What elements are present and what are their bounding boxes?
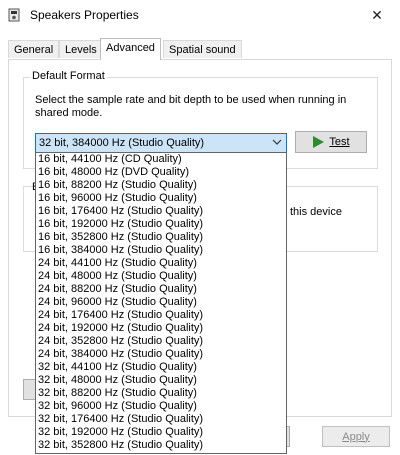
sample-rate-dropdown-list[interactable]: 16 bit, 44100 Hz (CD Quality) 16 bit, 480… <box>35 152 287 454</box>
format-option[interactable]: 24 bit, 352800 Hz (Studio Quality) <box>36 335 286 348</box>
close-button[interactable]: ✕ <box>354 0 400 31</box>
tab-advanced[interactable]: Advanced <box>100 38 161 60</box>
format-option[interactable]: 32 bit, 96000 Hz (Studio Quality) <box>36 400 286 413</box>
default-format-legend: Default Format <box>30 70 107 82</box>
format-option[interactable]: 16 bit, 384000 Hz (Studio Quality) <box>36 244 286 257</box>
format-option[interactable]: 32 bit, 88200 Hz (Studio Quality) <box>36 387 286 400</box>
title-bar: Speakers Properties ✕ <box>0 0 400 31</box>
window-title: Speakers Properties <box>30 8 139 22</box>
format-option[interactable]: 24 bit, 44100 Hz (Studio Quality) <box>36 257 286 270</box>
format-option[interactable]: 32 bit, 192000 Hz (Studio Quality) <box>36 426 286 439</box>
format-option[interactable]: 16 bit, 88200 Hz (Studio Quality) <box>36 179 286 192</box>
format-option[interactable]: 32 bit, 48000 Hz (Studio Quality) <box>36 374 286 387</box>
exclusive-mode-option-fragment: this device <box>290 206 342 218</box>
tab-label: Levels <box>65 44 97 56</box>
tab-spatial-sound[interactable]: Spatial sound <box>163 40 242 58</box>
format-option[interactable]: 24 bit, 384000 Hz (Studio Quality) <box>36 348 286 361</box>
format-option[interactable]: 32 bit, 44100 Hz (Studio Quality) <box>36 361 286 374</box>
format-option[interactable]: 16 bit, 44100 Hz (CD Quality) <box>36 153 286 166</box>
test-button-label: Test <box>329 136 350 148</box>
tab-label: Advanced <box>106 42 155 54</box>
format-option[interactable]: 32 bit, 176400 Hz (Studio Quality) <box>36 413 286 426</box>
tab-levels[interactable]: Levels <box>59 40 103 58</box>
play-icon <box>313 136 325 148</box>
chevron-down-icon <box>272 139 282 145</box>
tab-general[interactable]: General <box>8 40 60 58</box>
tab-strip: General Levels Advanced Spatial sound <box>8 38 394 60</box>
format-option[interactable]: 24 bit, 192000 Hz (Studio Quality) <box>36 322 286 335</box>
format-option[interactable]: 32 bit, 352800 Hz (Studio Quality) <box>36 439 286 452</box>
format-option[interactable]: 16 bit, 176400 Hz (Studio Quality) <box>36 205 286 218</box>
sample-rate-select[interactable]: 32 bit, 384000 Hz (Studio Quality) <box>35 133 287 153</box>
selected-format-value: 32 bit, 384000 Hz (Studio Quality) <box>39 137 205 149</box>
format-option[interactable]: 16 bit, 352800 Hz (Studio Quality) <box>36 231 286 244</box>
close-icon: ✕ <box>371 7 383 23</box>
format-option[interactable]: 24 bit, 88200 Hz (Studio Quality) <box>36 283 286 296</box>
speaker-properties-icon <box>8 8 20 22</box>
tab-label: Spatial sound <box>169 44 236 56</box>
test-button[interactable]: Test <box>295 131 367 153</box>
format-option[interactable]: 24 bit, 176400 Hz (Studio Quality) <box>36 309 286 322</box>
format-option[interactable]: 16 bit, 96000 Hz (Studio Quality) <box>36 192 286 205</box>
format-option[interactable]: 16 bit, 192000 Hz (Studio Quality) <box>36 218 286 231</box>
tab-label: General <box>14 44 54 56</box>
format-option[interactable]: 24 bit, 96000 Hz (Studio Quality) <box>36 296 286 309</box>
apply-button[interactable]: Apply <box>322 426 390 447</box>
default-format-description: Select the sample rate and bit depth to … <box>35 94 347 119</box>
format-option[interactable]: 16 bit, 48000 Hz (DVD Quality) <box>36 166 286 179</box>
format-option[interactable]: 24 bit, 48000 Hz (Studio Quality) <box>36 270 286 283</box>
apply-button-label: Apply <box>342 430 370 443</box>
